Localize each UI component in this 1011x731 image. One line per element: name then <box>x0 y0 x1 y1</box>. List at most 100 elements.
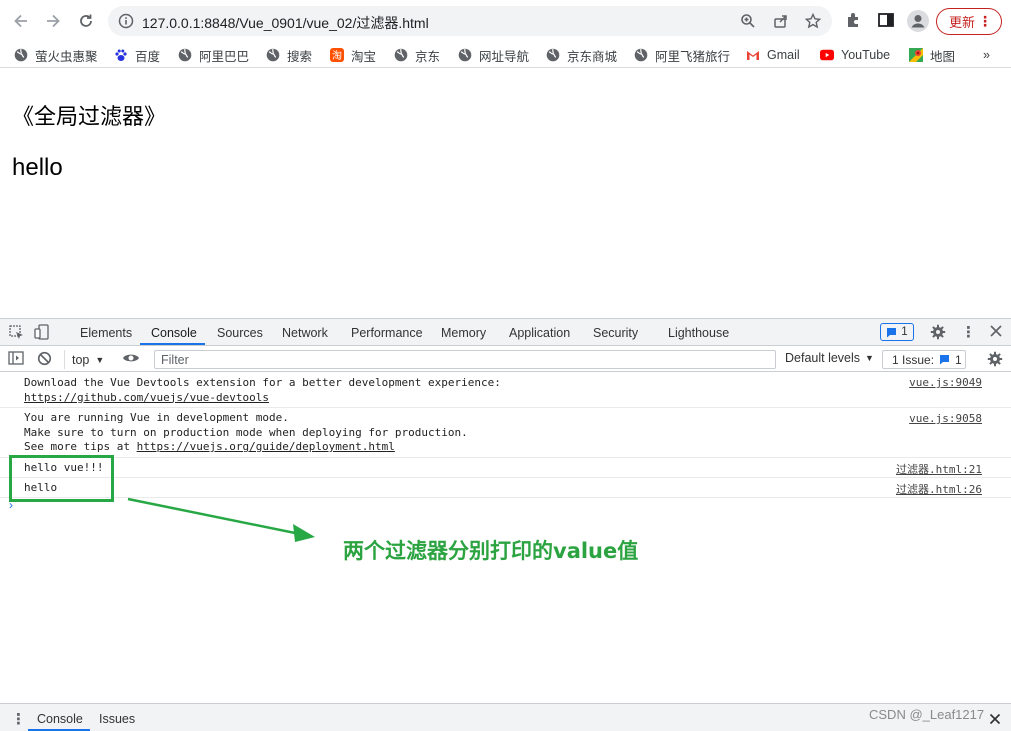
live-expression-eye-icon[interactable] <box>122 351 140 370</box>
bookmark-item[interactable]: 京东 <box>394 46 440 64</box>
bookmark-star-icon[interactable] <box>804 12 822 34</box>
message-source-link[interactable]: 过滤器.html:21 <box>896 461 982 477</box>
tab-network[interactable]: Network <box>282 326 328 340</box>
console-message-text: You are running Vue in development mode.… <box>24 411 468 455</box>
menu-dots-icon[interactable]: ⋮ <box>978 13 992 30</box>
bookmark-item[interactable]: Gmail <box>746 46 800 64</box>
log-levels-dropdown[interactable]: Default levels ▼ <box>785 351 874 365</box>
tab-console[interactable]: Console <box>151 326 197 340</box>
message-icon <box>887 327 897 337</box>
update-label: 更新 <box>949 15 976 30</box>
issues-badge-count: 1 <box>901 326 908 338</box>
bookmark-item[interactable]: 百度 <box>114 46 160 64</box>
bookmark-label: 阿里巴巴 <box>199 49 250 64</box>
console-message: hello vue!!! 过滤器.html:21 <box>0 458 1011 478</box>
globe-icon <box>546 48 560 62</box>
tab-lighthouse[interactable]: Lighthouse <box>668 326 729 340</box>
bookmark-label: 淘宝 <box>351 49 377 64</box>
site-info-icon[interactable] <box>118 13 134 34</box>
context-selector[interactable]: top ▼ <box>64 350 104 369</box>
browser-toolbar: 127.0.0.1:8848/Vue_0901/vue_02/过滤器.html … <box>0 0 1011 42</box>
tab-performance[interactable]: Performance <box>351 326 423 340</box>
drawer-menu-icon[interactable]: ⋮ <box>11 710 26 728</box>
message-source-link[interactable]: 过滤器.html:26 <box>896 481 982 497</box>
bookmark-item[interactable]: 淘 淘宝 <box>330 46 376 64</box>
tab-sources[interactable]: Sources <box>217 326 263 340</box>
console-filter-input[interactable]: Filter <box>154 350 776 369</box>
reload-button[interactable] <box>75 10 97 32</box>
sidebar-toggle-icon[interactable] <box>8 351 24 370</box>
issues-counter-label: 1 Issue: <box>892 352 935 367</box>
gmail-icon <box>746 48 760 62</box>
url-text[interactable]: 127.0.0.1:8848/Vue_0901/vue_02/过滤器.html <box>142 13 429 33</box>
message-line: You are running Vue in development mode. <box>24 411 289 424</box>
drawer-tab-console[interactable]: Console <box>37 712 83 726</box>
tab-security[interactable]: Security <box>593 326 638 340</box>
reload-icon <box>80 14 92 27</box>
device-toolbar-icon[interactable] <box>34 324 50 345</box>
bookmark-item[interactable]: 地图 <box>909 46 955 64</box>
dropdown-arrow-icon: ▼ <box>95 354 105 365</box>
side-panel-icon[interactable] <box>877 11 895 34</box>
extensions-icon[interactable] <box>845 11 863 34</box>
drawer-tab-issues[interactable]: Issues <box>99 712 135 726</box>
issues-counter-button[interactable]: 1 Issue: 1 <box>882 350 966 369</box>
bookmark-item[interactable]: 阿里巴巴 <box>178 46 249 64</box>
page-heading: 《全局过滤器》 <box>12 104 167 129</box>
log-levels-label: Default levels <box>785 351 861 365</box>
message-line: Download the Vue Devtools extension for … <box>24 376 501 389</box>
page-content: 《全局过滤器》 hello <box>0 69 1011 318</box>
bookmark-item[interactable]: 阿里飞猪旅行 <box>634 46 730 64</box>
bookmark-label: 百度 <box>135 49 161 64</box>
issues-badge[interactable]: 1 <box>880 323 914 341</box>
bookmark-label: YouTube <box>841 48 891 62</box>
chevron-double-right-icon: » <box>983 48 990 62</box>
tab-application[interactable]: Application <box>509 326 570 340</box>
console-settings-gear-icon[interactable] <box>987 351 1003 372</box>
inspect-element-icon[interactable] <box>9 325 24 345</box>
update-button[interactable]: 更新 ⋮ <box>936 8 1002 35</box>
maps-icon <box>909 48 923 62</box>
message-line: Make sure to turn on production mode whe… <box>24 425 468 439</box>
globe-icon <box>634 48 648 62</box>
profile-avatar-icon[interactable] <box>907 10 929 37</box>
bookmark-label: 阿里飞猪旅行 <box>655 49 731 64</box>
globe-icon <box>394 48 408 62</box>
clear-console-icon[interactable] <box>37 351 52 371</box>
message-link[interactable]: https://vuejs.org/guide/deployment.html <box>137 440 395 453</box>
bookmark-label: 搜索 <box>287 49 313 64</box>
bookmark-label: 京东 <box>415 49 441 64</box>
more-options-icon[interactable]: ⋮ <box>961 323 976 341</box>
bookmark-item[interactable]: YouTube <box>820 46 890 64</box>
annotation-arrow <box>127 497 315 542</box>
forward-button[interactable] <box>42 10 64 32</box>
message-link[interactable]: https://github.com/vuejs/vue-devtools <box>24 391 269 404</box>
message-source-link[interactable]: vue.js:9058 <box>909 412 982 425</box>
active-tab-indicator <box>140 343 205 345</box>
context-label: top <box>72 352 90 367</box>
bookmark-item[interactable]: 网址导航 <box>458 46 529 64</box>
bookmark-item[interactable]: 萤火虫惠聚 <box>14 46 98 64</box>
devtools-tab-bar: Elements Console Sources Network Perform… <box>0 319 1011 346</box>
tab-memory[interactable]: Memory <box>441 326 486 340</box>
bookmark-label: 网址导航 <box>479 49 530 64</box>
bookmarks-overflow-button[interactable]: » <box>983 46 990 64</box>
svg-text:淘: 淘 <box>332 49 342 62</box>
arrow-right-icon <box>47 14 60 28</box>
close-drawer-icon[interactable] <box>989 712 1001 730</box>
tab-elements[interactable]: Elements <box>80 326 132 340</box>
baidu-paw-icon <box>114 48 128 62</box>
annotation-text: 两个过滤器分别打印的value值 <box>343 539 639 563</box>
globe-icon <box>458 48 472 62</box>
bookmark-item[interactable]: 搜索 <box>266 46 312 64</box>
share-icon[interactable] <box>773 13 789 34</box>
settings-gear-icon[interactable] <box>930 324 946 345</box>
message-source-link[interactable]: vue.js:9049 <box>909 376 982 389</box>
bookmark-label: 地图 <box>930 49 956 64</box>
bookmark-item[interactable]: 京东商城 <box>546 46 617 64</box>
zoom-icon[interactable] <box>740 13 756 34</box>
message-link-prefix: See more tips at <box>24 440 137 453</box>
back-button[interactable] <box>10 10 32 32</box>
close-devtools-icon[interactable] <box>989 324 1003 343</box>
address-bar[interactable]: 127.0.0.1:8848/Vue_0901/vue_02/过滤器.html <box>108 6 832 36</box>
